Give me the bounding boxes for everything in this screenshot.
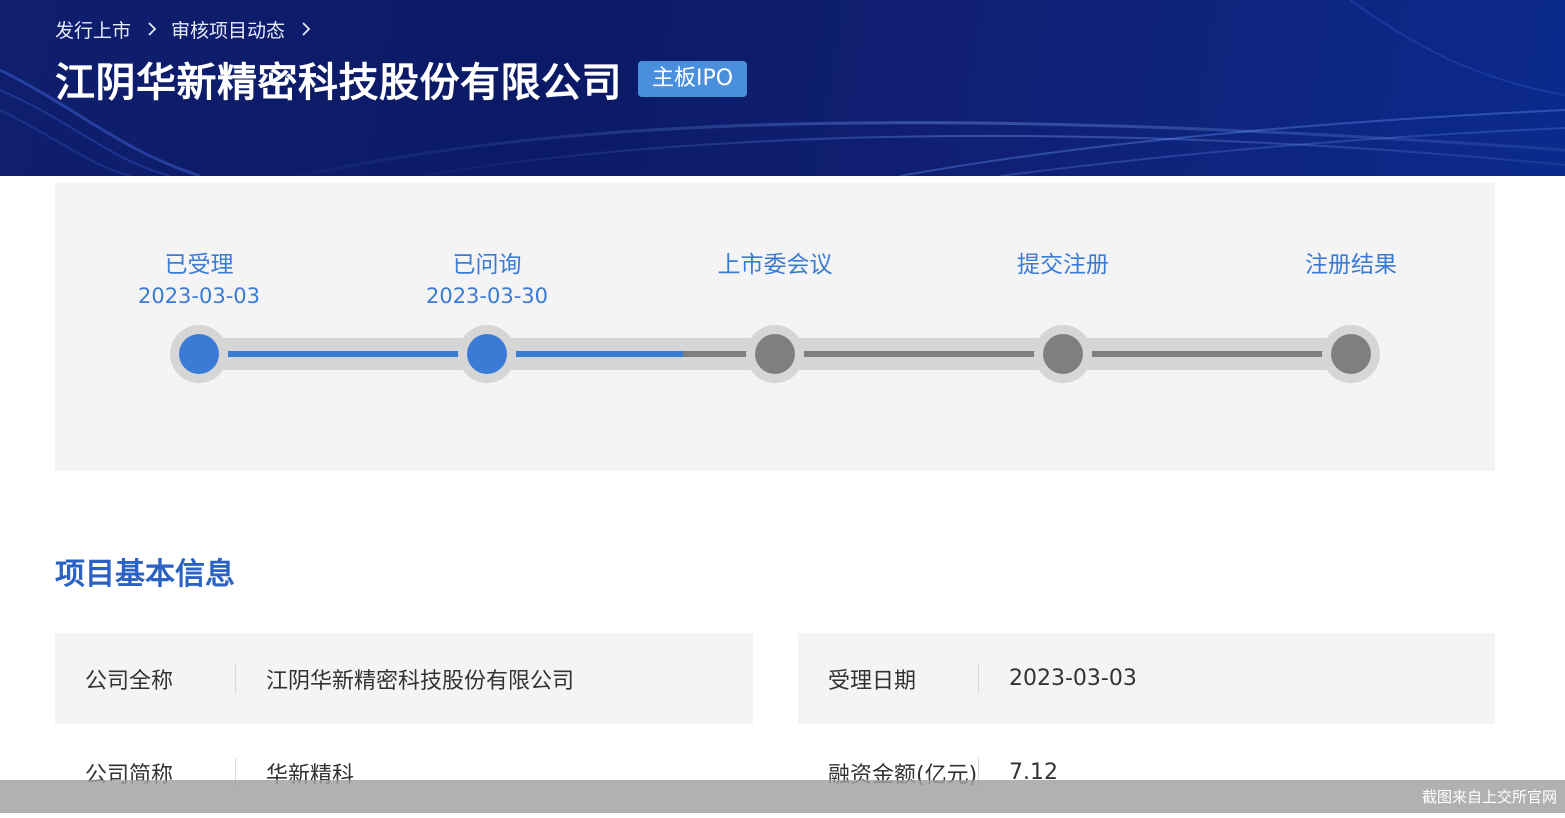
step-node-accepted xyxy=(179,334,219,374)
step-label-registration-result: 注册结果 xyxy=(1305,252,1397,278)
review-progress-panel: 已受理 2023-03-03 已问询 2023-03-30 上市委会议 提交注册… xyxy=(55,183,1495,471)
section-title-basic-info: 项目基本信息 xyxy=(55,557,235,592)
info-row-accept-date: 受理日期 2023-03-03 xyxy=(798,633,1495,724)
header-banner: 发行上市 审核项目动态 江阴华新精密科技股份有限公司 主板IPO xyxy=(0,0,1565,176)
step-label-accepted: 已受理 xyxy=(164,252,234,278)
info-label: 受理日期 xyxy=(828,668,917,694)
page-title: 江阴华新精密科技股份有限公司 xyxy=(55,60,622,106)
chevron-right-icon xyxy=(302,22,311,36)
step-date-inquired: 2023-03-30 xyxy=(425,284,549,308)
chevron-right-icon xyxy=(148,22,157,36)
watermark-bar: 截图来自上交所官网 xyxy=(0,780,1565,813)
step-label-submit-registration: 提交注册 xyxy=(1017,252,1109,278)
step-node-listing-committee xyxy=(755,334,795,374)
step-label-inquired: 已问询 xyxy=(452,252,522,278)
info-row-company-fullname: 公司全称 江阴华新精密科技股份有限公司 xyxy=(55,633,753,724)
progress-track-completed xyxy=(199,351,683,357)
watermark-text: 截图来自上交所官网 xyxy=(1421,788,1557,806)
info-value: 2023-03-03 xyxy=(1009,666,1137,691)
step-date-accepted: 2023-03-03 xyxy=(137,284,261,308)
step-node-registration-result xyxy=(1331,334,1371,374)
breadcrumb-item-ipo[interactable]: 发行上市 xyxy=(55,16,131,43)
info-value: 江阴华新精密科技股份有限公司 xyxy=(266,668,575,694)
title-row: 江阴华新精密科技股份有限公司 主板IPO xyxy=(55,50,748,108)
board-type-badge: 主板IPO xyxy=(638,61,748,97)
info-label: 公司全称 xyxy=(85,668,174,694)
step-node-submit-registration xyxy=(1043,334,1083,374)
breadcrumb: 发行上市 审核项目动态 xyxy=(55,14,325,44)
breadcrumb-item-review-updates[interactable]: 审核项目动态 xyxy=(171,16,285,43)
step-label-listing-committee: 上市委会议 xyxy=(717,252,833,278)
step-node-inquired xyxy=(467,334,507,374)
